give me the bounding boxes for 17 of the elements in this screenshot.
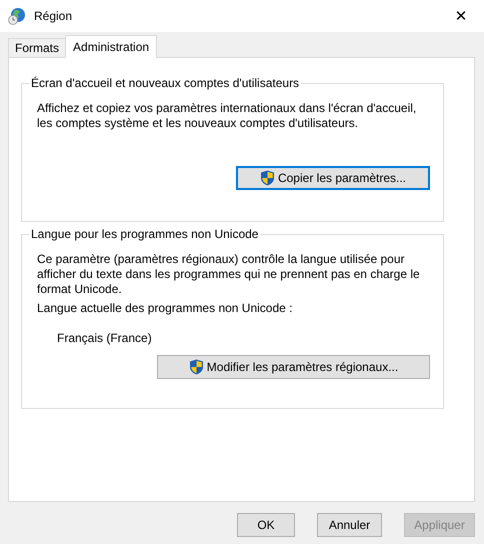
current-language-label: Langue actuelle des programmes non Unicode : — [37, 301, 294, 316]
description-text: Ce paramètre (paramètres régionaux) contrôle la langue utilisée pour afficher du texte dans les programmes qui ne prennent pas en charge le format Unicode. — [37, 252, 421, 297]
tab[interactable]: Administration — [65, 35, 158, 58]
shield-icon — [188, 359, 204, 375]
close-button[interactable]: ✕ — [438, 0, 484, 32]
window-title: Région — [34, 9, 74, 23]
tab[interactable]: Formats — [8, 38, 66, 57]
current-language-value: Français (France) — [57, 331, 153, 346]
dialog-button[interactable]: OK — [237, 513, 295, 537]
shield-icon — [260, 170, 275, 186]
dialog-button[interactable]: Annuler — [317, 513, 382, 537]
group-title: Langue pour les programmes non Unicode — [29, 227, 260, 241]
description-text: Affichez et copiez vos paramètres internationaux dans l'écran d'accueil, les comptes système et les nouveaux comptes d'utilisateurs. — [37, 101, 418, 131]
group-title: Écran d'accueil et nouveaux comptes d'utilisateurs — [29, 76, 302, 90]
settings-button[interactable]: Copier les paramètres... — [236, 166, 430, 190]
settings-button[interactable]: Modifier les paramètres régionaux... — [157, 355, 430, 379]
globe-icon — [8, 7, 26, 25]
